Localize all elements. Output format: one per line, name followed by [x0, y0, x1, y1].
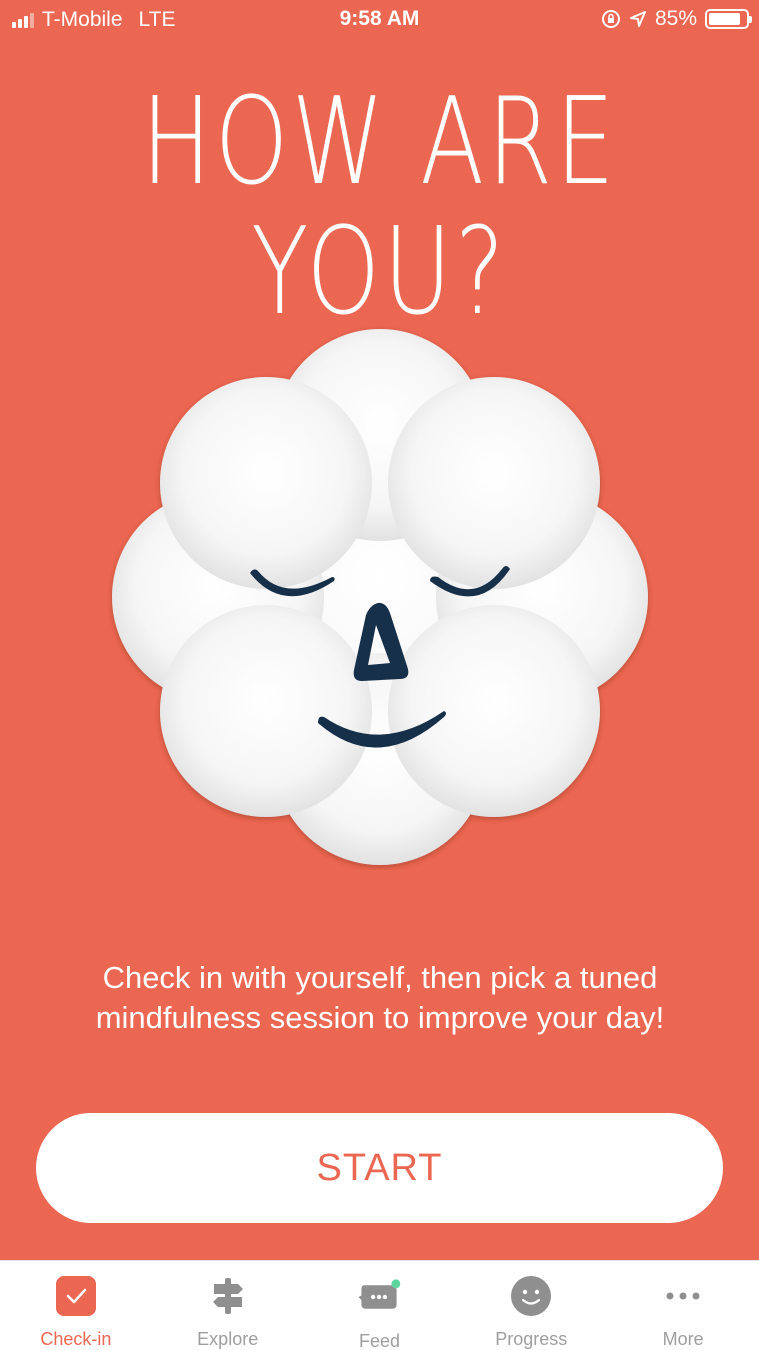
tab-label: Explore — [197, 1329, 259, 1349]
tab-feed[interactable]: Feed — [304, 1261, 456, 1350]
tab-check-in[interactable]: Check-in — [0, 1261, 152, 1350]
tab-progress[interactable]: Progress — [455, 1261, 607, 1350]
tab-label: Feed — [358, 1331, 400, 1350]
location-icon — [629, 11, 646, 27]
orientation-lock-icon — [601, 10, 620, 28]
smiley-icon — [509, 1275, 553, 1317]
checkmark-icon — [54, 1275, 98, 1317]
tab-label: Check-in — [40, 1329, 112, 1349]
tab-label: More — [662, 1329, 704, 1349]
notification-badge — [391, 1279, 401, 1289]
cloud-face-illustration — [112, 329, 648, 865]
page-title: HOW ARE YOU? — [141, 73, 618, 342]
status-right: 85% — [601, 7, 752, 31]
battery-icon — [705, 9, 752, 29]
start-button[interactable]: START — [36, 1113, 723, 1223]
signpost-icon — [206, 1275, 250, 1317]
status-bar: T-Mobile LTE 9:58 AM 85% — [0, 0, 759, 40]
tab-more[interactable]: More — [607, 1261, 759, 1350]
tab-label: Progress — [495, 1329, 568, 1349]
battery-percent: 85% — [654, 7, 697, 30]
more-dots-icon — [661, 1275, 705, 1317]
description-text: Check in with yourself, then pick a tune… — [95, 960, 665, 1035]
tab-bar: Check-in Explore Feed Progress More — [0, 1260, 759, 1350]
chat-bubble-icon — [357, 1275, 401, 1319]
tab-explore[interactable]: Explore — [152, 1261, 304, 1350]
